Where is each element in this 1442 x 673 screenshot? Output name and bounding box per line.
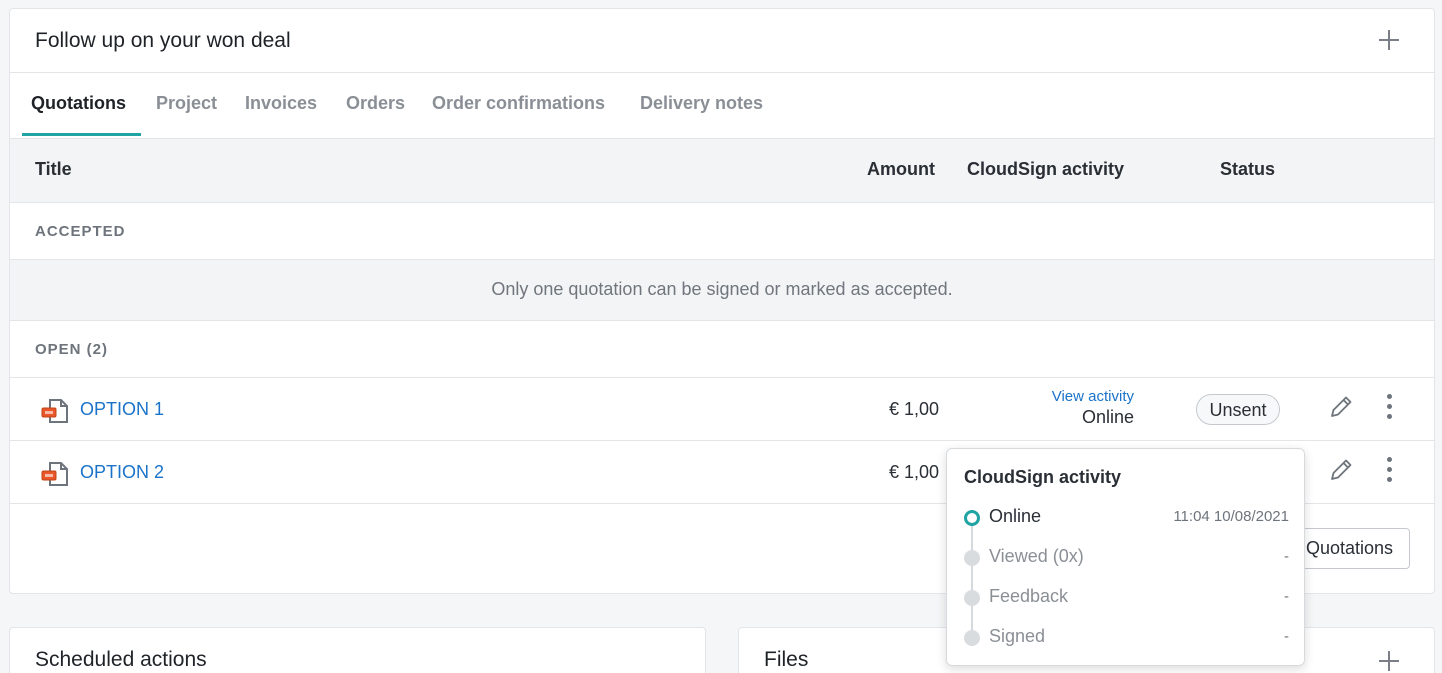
view-activity-link[interactable]: View activity	[1052, 388, 1134, 405]
tab-project[interactable]: Project	[156, 93, 217, 114]
table-row: OPTION 1 € 1,00 View activity Online Uns…	[10, 378, 1434, 441]
tab-orders[interactable]: Orders	[346, 93, 405, 114]
tab-order-confirmations[interactable]: Order confirmations	[432, 93, 605, 114]
status-badge[interactable]: Unsent	[1196, 394, 1280, 425]
amount: € 1,00	[888, 399, 939, 419]
accepted-section: ACCEPTED	[10, 203, 1434, 260]
tab-bar: Quotations Project Invoices Orders Order…	[10, 73, 1434, 139]
timeline-dot-active	[964, 510, 980, 526]
scheduled-actions-card: Scheduled actions	[9, 627, 706, 673]
more-options-icon[interactable]	[1385, 394, 1393, 420]
timeline-step-signed: Signed -	[964, 626, 1289, 650]
quotation-document-icon	[41, 462, 68, 486]
header-status: Status	[1220, 159, 1276, 179]
step-label: Feedback	[989, 586, 1069, 606]
table-header: Title Amount CloudSign activity Status	[10, 139, 1434, 203]
card-title: Follow up on your won deal	[35, 29, 291, 52]
step-time: 11:04 10/08/2021	[1173, 508, 1289, 525]
timeline-step-feedback: Feedback -	[964, 586, 1289, 610]
timeline-step-viewed: Viewed (0x) -	[964, 546, 1289, 570]
step-time: -	[1284, 548, 1289, 565]
plus-icon[interactable]	[1378, 650, 1400, 672]
amount: € 1,00	[888, 462, 939, 482]
active-tab-indicator	[22, 133, 141, 136]
timeline-line	[971, 519, 973, 639]
more-options-icon[interactable]	[1385, 457, 1393, 483]
step-label: Signed	[989, 626, 1046, 646]
open-label: OPEN (2)	[35, 341, 109, 358]
open-section: OPEN (2)	[10, 321, 1434, 378]
timeline-dot	[964, 550, 980, 566]
step-time: -	[1284, 588, 1289, 605]
cloudsign-activity-cell: View activity Online	[1052, 388, 1134, 428]
quotation-link[interactable]: OPTION 2	[80, 462, 164, 483]
header-amount: Amount	[867, 159, 935, 179]
timeline-step-online: Online 11:04 10/08/2021	[964, 506, 1289, 530]
step-label: Online	[989, 506, 1042, 526]
pencil-icon[interactable]	[1328, 457, 1354, 483]
header-title: Title	[35, 159, 72, 179]
activity-status: Online	[1081, 407, 1134, 427]
tab-delivery-notes[interactable]: Delivery notes	[640, 93, 763, 114]
timeline-dot	[964, 590, 980, 606]
card-header: Follow up on your won deal	[10, 9, 1434, 73]
scheduled-actions-title: Scheduled actions	[35, 648, 207, 671]
step-time: -	[1284, 628, 1289, 645]
accepted-label: ACCEPTED	[35, 223, 126, 240]
files-title: Files	[764, 648, 809, 671]
popover-title: CloudSign activity	[964, 467, 1122, 487]
plus-icon[interactable]	[1378, 29, 1400, 51]
step-label: Viewed (0x)	[989, 546, 1084, 566]
tab-quotations[interactable]: Quotations	[31, 93, 126, 114]
quotation-document-icon	[41, 399, 68, 423]
header-cloudsign-activity: CloudSign activity	[967, 159, 1125, 179]
accepted-notice: Only one quotation can be signed or mark…	[10, 260, 1434, 321]
pencil-icon[interactable]	[1328, 394, 1354, 420]
quotation-link[interactable]: OPTION 1	[80, 399, 164, 420]
tab-invoices[interactable]: Invoices	[245, 93, 317, 114]
timeline-dot	[964, 630, 980, 646]
cloudsign-activity-popover: CloudSign activity Online 11:04 10/08/20…	[946, 448, 1305, 666]
